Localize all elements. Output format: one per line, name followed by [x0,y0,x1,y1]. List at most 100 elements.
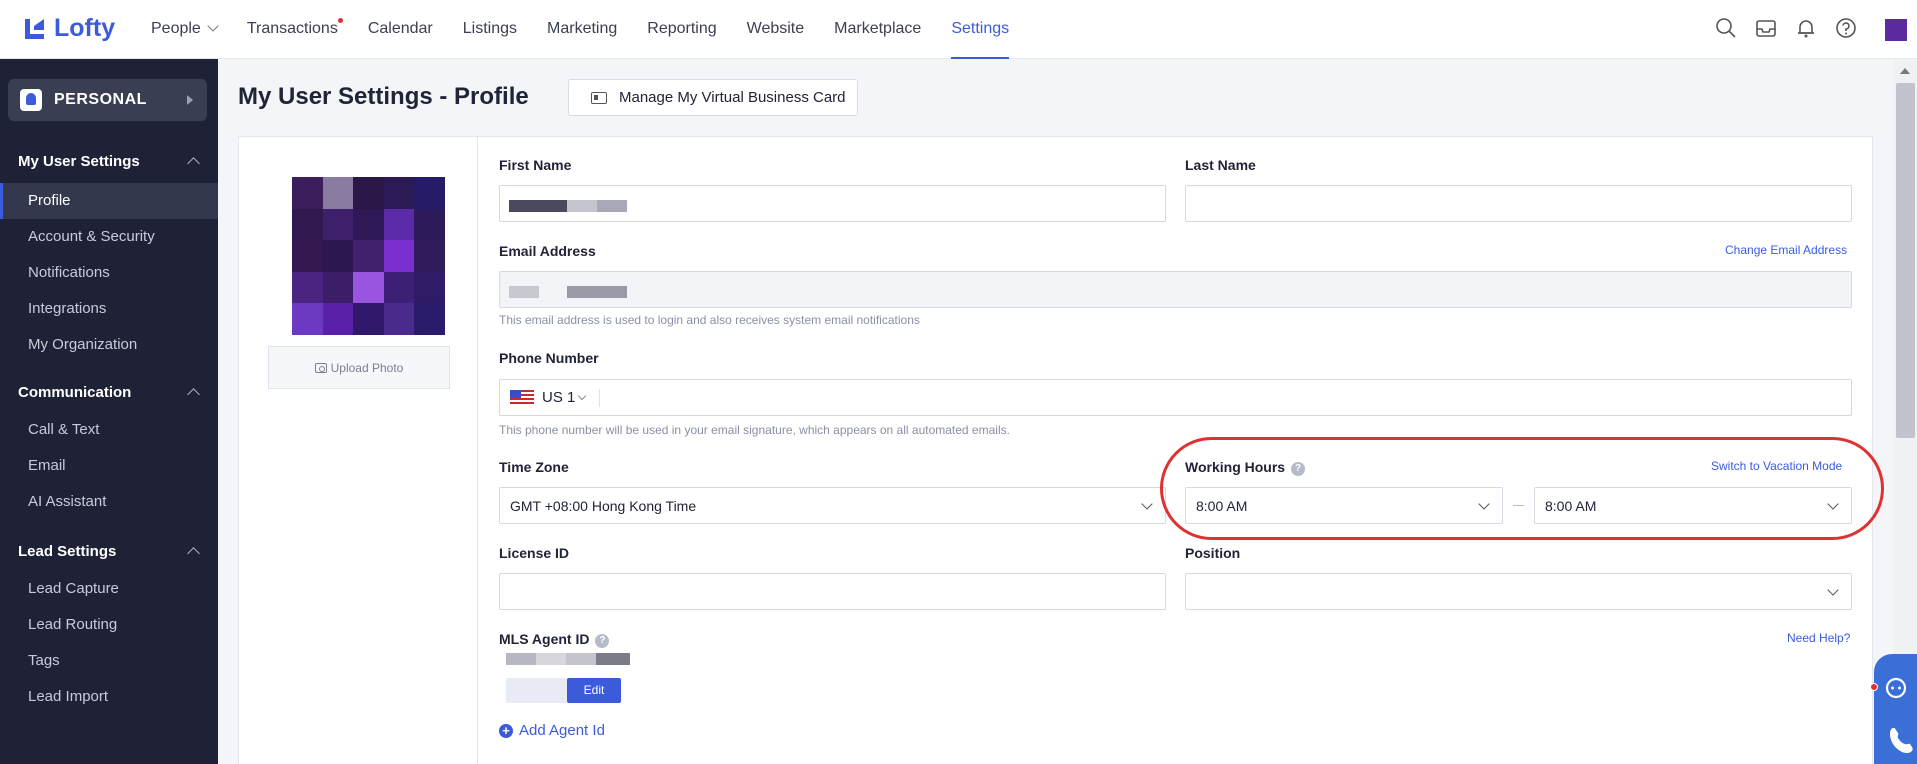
nav-people-label: People [151,20,201,37]
phone-label: Phone Number [499,350,599,366]
upload-photo-label: Upload Photo [330,360,404,375]
help-circle-icon[interactable]: ? [595,634,610,648]
profile-photo [292,177,445,335]
sidebar-item-tags[interactable]: Tags [0,643,218,679]
first-name-label: First Name [499,157,572,173]
notification-dot [1870,683,1878,691]
plus-circle-icon: + [499,723,513,738]
redacted-text [566,653,596,665]
inbox-icon[interactable] [1755,17,1777,39]
chevron-down-icon[interactable] [577,391,587,401]
chat-icon[interactable] [1874,654,1917,764]
caret-right-icon [187,95,193,105]
chevron-down-icon [207,20,219,32]
redacted-text [567,286,627,298]
nav-calendar[interactable]: Calendar [368,0,433,59]
section-lead-settings[interactable]: Lead Settings [18,543,116,560]
mls-agent-id-label-text: MLS Agent ID [499,631,590,647]
section-communication[interactable]: Communication [18,384,131,401]
nav-website[interactable]: Website [747,0,805,59]
nav-people[interactable]: People [151,0,219,59]
nav-listings[interactable]: Listings [463,0,517,59]
edit-agent-id-button[interactable]: Edit [567,678,621,703]
email-help-text: This email address is used to login and … [499,313,920,327]
agent-id-chip [506,678,567,703]
redacted-text [509,286,539,298]
lofty-logo[interactable]: Lofty [22,14,115,43]
position-select[interactable] [1185,573,1852,610]
bell-icon[interactable] [1795,17,1817,39]
redacted-text [597,200,627,212]
mls-agent-id-label: MLS Agent ID? [499,631,610,648]
sidebar-item-lead-capture[interactable]: Lead Capture [0,571,218,607]
personal-switcher[interactable]: PERSONAL [8,79,207,121]
last-name-field[interactable] [1185,185,1852,222]
redacted-text [536,653,566,665]
sidebar: PERSONAL My User Settings Profile Accoun… [0,59,218,764]
scroll-up-arrow-icon[interactable] [1900,68,1910,74]
email-field [499,271,1852,308]
redacted-text [506,653,536,665]
phone-country-code[interactable]: US 1 [542,389,575,406]
sidebar-item-my-organization[interactable]: My Organization [0,327,218,363]
last-name-label: Last Name [1185,157,1256,173]
add-agent-id-label: Add Agent Id [519,722,605,739]
chevron-up-icon[interactable] [187,388,200,401]
redacted-text [509,200,567,212]
sidebar-item-profile[interactable]: Profile [0,183,218,219]
redacted-text [567,200,597,212]
nav-reporting[interactable]: Reporting [647,0,716,59]
phone-field[interactable]: US 1 [499,379,1852,416]
sidebar-item-email[interactable]: Email [0,448,218,484]
sidebar-item-lead-routing[interactable]: Lead Routing [0,607,218,643]
nav-settings[interactable]: Settings [951,0,1010,59]
support-widget[interactable] [1874,654,1917,764]
add-agent-id-link[interactable]: + Add Agent Id [499,722,605,739]
chevron-up-icon[interactable] [187,157,200,170]
red-highlight-circle [1160,437,1884,540]
nav-marketplace[interactable]: Marketplace [834,0,921,59]
time-zone-value: GMT +08:00 Hong Kong Time [510,497,697,514]
sidebar-item-account-security[interactable]: Account & Security [0,219,218,255]
chevron-down-icon [1827,584,1839,596]
divider [599,389,600,407]
section-my-user-settings[interactable]: My User Settings [18,153,140,170]
logo-text: Lofty [54,14,116,42]
nav-transactions-label: Transactions [246,20,338,37]
sidebar-item-integrations[interactable]: Integrations [0,291,218,327]
manage-virtual-business-card-button[interactable]: Manage My Virtual Business Card [568,79,858,116]
camera-icon [314,362,327,373]
license-id-label: License ID [499,545,570,561]
time-zone-select[interactable]: GMT +08:00 Hong Kong Time [499,487,1166,524]
lofty-logo-icon [25,18,44,39]
top-nav-bar: Lofty People Transactions Calendar Listi… [0,0,1917,59]
nav-transactions[interactable]: Transactions [246,0,343,59]
us-flag-icon [510,390,534,405]
first-name-field[interactable] [499,185,1166,222]
nav-marketing[interactable]: Marketing [547,0,617,59]
phone-help-text: This phone number will be used in your e… [499,423,1010,437]
top-icons [1715,17,1857,39]
chevron-up-icon[interactable] [187,547,200,560]
sidebar-item-lead-import[interactable]: Lead Import [0,679,218,715]
chevron-down-icon [1141,498,1153,510]
upload-photo-button[interactable]: Upload Photo [268,346,450,389]
search-icon[interactable] [1715,17,1737,39]
main-nav: People Transactions Calendar Listings Ma… [151,0,1039,59]
user-avatar[interactable] [1885,19,1907,41]
scrollbar-thumb[interactable] [1896,83,1915,438]
notification-dot [337,18,343,23]
sidebar-item-notifications[interactable]: Notifications [0,255,218,291]
time-zone-label: Time Zone [499,459,569,475]
help-icon[interactable] [1835,17,1857,39]
user-icon [20,89,42,111]
position-label: Position [1185,545,1241,561]
license-id-field[interactable] [499,573,1166,610]
sidebar-item-call-text[interactable]: Call & Text [0,412,218,448]
id-card-icon [591,91,607,104]
email-label: Email Address [499,243,596,259]
sidebar-item-ai-assistant[interactable]: AI Assistant [0,484,218,520]
page-title: My User Settings - Profile [238,83,529,110]
change-email-link[interactable]: Change Email Address [1725,243,1847,257]
need-help-link[interactable]: Need Help? [1787,631,1850,645]
